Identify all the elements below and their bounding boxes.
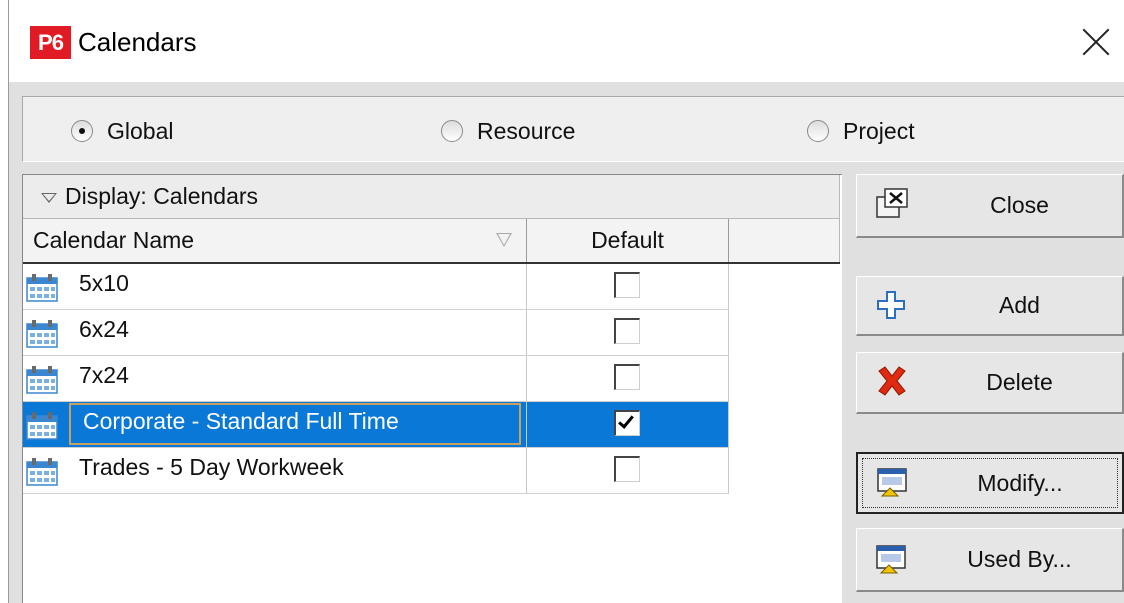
grid-header-row: Calendar Name Default <box>23 219 840 264</box>
add-button-label: Add <box>999 292 1040 318</box>
column-header-calendar-name[interactable]: Calendar Name <box>23 219 527 262</box>
filter-icon[interactable] <box>496 233 512 247</box>
calendar-name: 5x10 <box>79 270 129 296</box>
display-bar[interactable]: Display: Calendars <box>23 175 840 219</box>
column-header-calendar-name-label: Calendar Name <box>33 227 195 253</box>
radio-global-circle[interactable] <box>71 120 93 142</box>
radio-global-label: Global <box>107 117 174 144</box>
red-x-icon <box>878 366 906 396</box>
calendar-name: Corporate - Standard Full Time <box>83 408 399 434</box>
table-row-selected[interactable]: Corporate - Standard Full Time <box>23 402 729 448</box>
default-checkbox[interactable] <box>614 318 640 344</box>
radio-resource[interactable]: Resource <box>441 117 575 145</box>
calendar-name-cell[interactable]: 7x24 <box>23 356 527 401</box>
calendar-name-cell[interactable]: 6x24 <box>23 310 527 355</box>
radio-project-label: Project <box>843 117 915 144</box>
table-row[interactable]: 5x10 <box>23 264 729 310</box>
modify-icon <box>877 468 907 497</box>
calendar-icon <box>26 412 58 440</box>
window-title: Calendars <box>78 27 197 57</box>
dialog-body: Global Resource Project Display: Calenda… <box>9 82 1124 603</box>
calendar-name-cell[interactable]: 5x10 <box>23 264 527 309</box>
radio-project[interactable]: Project <box>807 117 915 145</box>
table-row[interactable]: 7x24 <box>23 356 729 402</box>
calendar-name: 7x24 <box>79 362 129 388</box>
radio-project-circle[interactable] <box>807 120 829 142</box>
calendar-name: Trades - 5 Day Workweek <box>79 454 344 480</box>
modify-button-label: Modify... <box>977 469 1063 496</box>
calendar-name-cell[interactable]: Corporate - Standard Full Time <box>23 402 527 447</box>
delete-button[interactable]: Delete <box>856 352 1124 414</box>
calendar-icon <box>26 458 58 486</box>
scope-radio-group: Global Resource Project <box>22 96 1124 162</box>
default-checkbox[interactable] <box>614 410 640 436</box>
close-button[interactable]: Close <box>856 174 1124 238</box>
calendar-icon <box>26 274 58 302</box>
default-cell[interactable] <box>527 448 729 493</box>
grid-rows: 5x10 6x24 7x24 Corporate - Standard Full… <box>23 264 729 494</box>
radio-global[interactable]: Global <box>71 117 173 145</box>
radio-resource-circle[interactable] <box>441 120 463 142</box>
column-header-empty <box>729 219 840 262</box>
default-checkbox[interactable] <box>614 456 640 482</box>
calendar-name-cell[interactable]: Trades - 5 Day Workweek <box>23 448 527 493</box>
default-checkbox[interactable] <box>614 364 640 390</box>
default-cell[interactable] <box>527 264 729 309</box>
delete-button-label: Delete <box>986 369 1053 395</box>
close-window-icon[interactable] <box>1080 26 1112 58</box>
title-bar: P6 Calendars <box>0 0 1124 603</box>
p6-app-icon: P6 <box>30 26 71 59</box>
default-cell[interactable] <box>527 356 729 401</box>
calendar-grid: Display: Calendars Calendar Name Default <box>22 174 842 603</box>
default-checkbox[interactable] <box>614 272 640 298</box>
display-label: Display: Calendars <box>65 183 259 209</box>
calendar-icon <box>26 366 58 394</box>
close-window-icon <box>876 188 908 218</box>
calendar-name: 6x24 <box>79 316 129 342</box>
default-cell[interactable] <box>527 310 729 355</box>
radio-resource-label: Resource <box>477 117 576 144</box>
column-header-default[interactable]: Default <box>527 219 729 262</box>
add-button[interactable]: Add <box>856 276 1124 336</box>
used-by-button-label: Used By... <box>967 546 1072 572</box>
used-by-button[interactable]: Used By... <box>856 528 1124 592</box>
default-cell[interactable] <box>527 402 729 447</box>
check-mark-icon <box>618 412 634 429</box>
close-button-label: Close <box>990 192 1049 218</box>
plus-icon <box>877 291 905 319</box>
modify-button[interactable]: Modify... <box>856 452 1124 514</box>
used-by-icon <box>876 545 906 574</box>
calendar-icon <box>26 320 58 348</box>
table-row[interactable]: Trades - 5 Day Workweek <box>23 448 729 494</box>
collapse-triangle-icon[interactable] <box>41 193 57 203</box>
table-row[interactable]: 6x24 <box>23 310 729 356</box>
